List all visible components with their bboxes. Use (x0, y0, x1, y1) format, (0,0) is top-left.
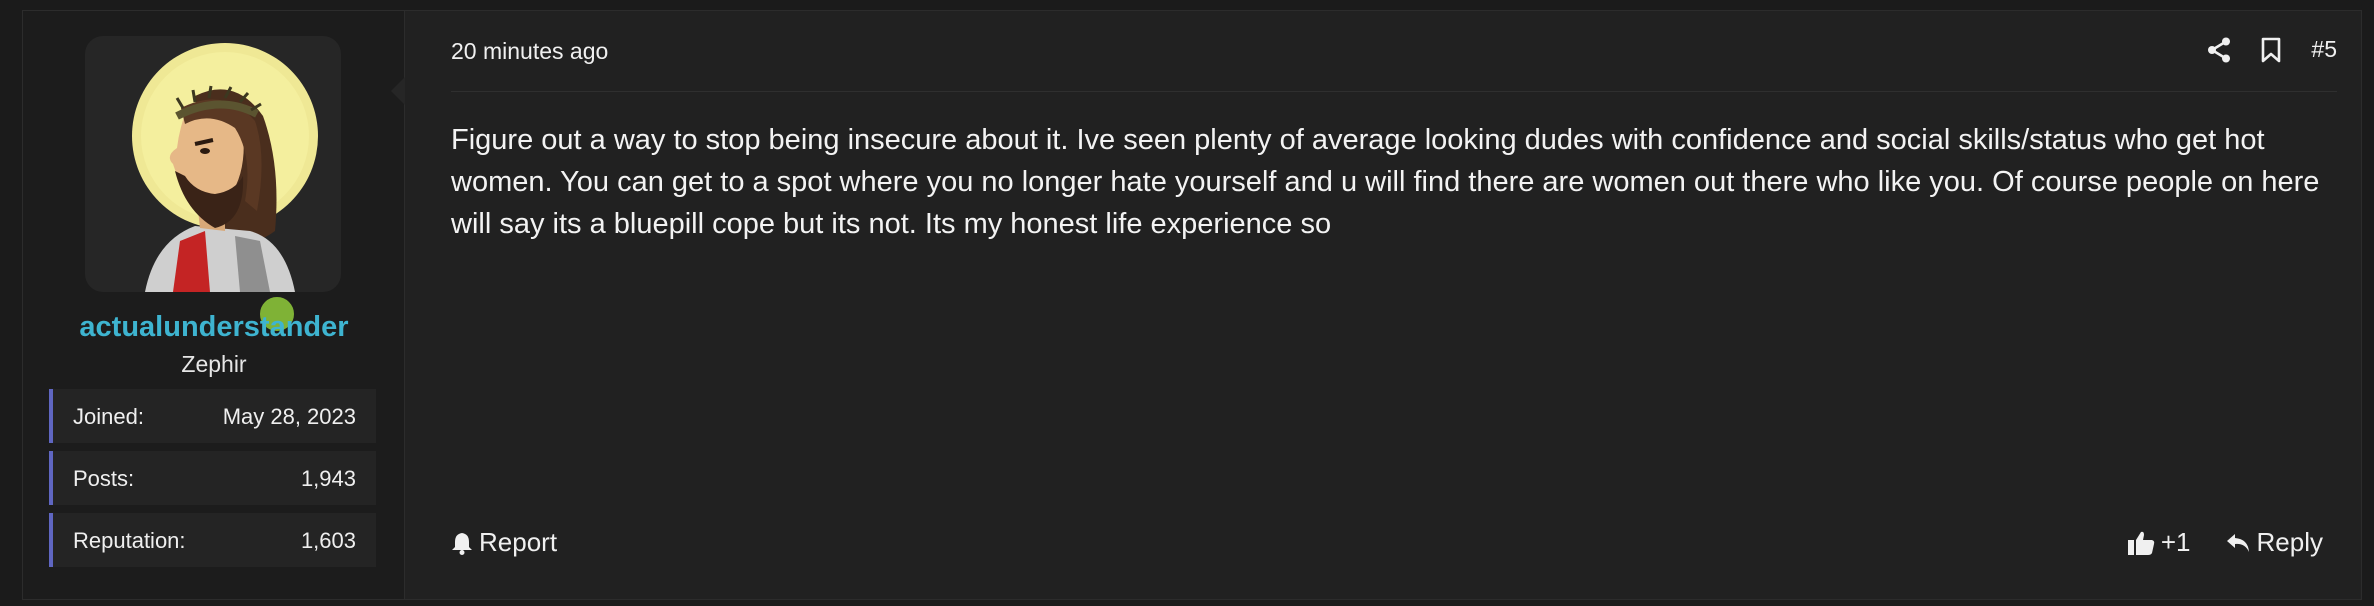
stat-joined: Joined: May 28, 2023 (49, 389, 376, 443)
report-label: Report (479, 527, 558, 557)
stat-value: May 28, 2023 (222, 404, 356, 429)
post-main: 20 minutes ago #5 Figure out a way to st… (405, 11, 2361, 599)
post-footer-actions: +1 Reply (2127, 527, 2323, 558)
stat-posts: Posts: 1,943 (49, 451, 376, 505)
thumbs-up-icon (2127, 531, 2155, 555)
stat-label: Reputation: (73, 528, 186, 553)
share-icon[interactable] (2207, 37, 2231, 63)
reply-arrow-icon (2226, 533, 2249, 552)
bell-icon (452, 532, 472, 555)
stat-reputation: Reputation: 1,603 (49, 513, 376, 567)
like-button[interactable]: +1 (2127, 527, 2191, 558)
reply-button[interactable]: Reply (2225, 527, 2323, 558)
post-header-actions: #5 (2177, 36, 2337, 63)
stat-label: Joined: (73, 404, 144, 429)
stat-value: 1,603 (300, 528, 356, 553)
stat-value: 1,943 (300, 466, 356, 491)
header-divider (451, 91, 2337, 92)
jesus-avatar-icon (132, 43, 318, 292)
bookmark-icon[interactable] (2261, 37, 2281, 63)
post-timestamp[interactable]: 20 minutes ago (451, 38, 608, 65)
post-card: actualunderstander Zephir Joined: May 28… (22, 10, 2362, 600)
stat-label: Posts: (73, 466, 135, 491)
username-link[interactable]: actualunderstander (23, 311, 405, 344)
like-count: +1 (2160, 527, 2191, 557)
user-title: Zephir (181, 351, 247, 377)
post-number-link[interactable]: #5 (2311, 36, 2337, 63)
avatar[interactable] (85, 36, 341, 335)
report-button[interactable]: Report (451, 527, 557, 558)
speech-arrow (391, 77, 405, 105)
post-body: Figure out a way to stop being insecure … (451, 124, 2320, 240)
reply-label: Reply (2256, 527, 2323, 557)
user-info-panel: actualunderstander Zephir Joined: May 28… (23, 11, 405, 599)
